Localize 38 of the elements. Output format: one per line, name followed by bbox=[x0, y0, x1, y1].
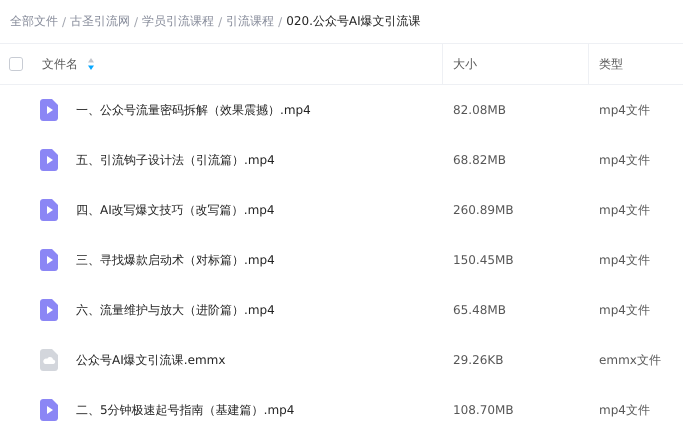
sort-icon[interactable] bbox=[88, 58, 94, 70]
column-header[interactable]: 文件名 bbox=[42, 56, 78, 72]
video-file-icon bbox=[40, 99, 58, 121]
file-size: 260.89MB bbox=[453, 203, 514, 217]
file-type: mp4文件 bbox=[599, 252, 650, 266]
file-type: mp4文件 bbox=[599, 402, 650, 416]
file-size: 108.70MB bbox=[453, 403, 514, 417]
file-name[interactable]: 公众号AI爆文引流课.emmx bbox=[76, 352, 226, 368]
breadcrumb-separator: / bbox=[218, 14, 222, 28]
video-file-icon bbox=[40, 149, 58, 171]
file-size: 65.48MB bbox=[453, 303, 506, 317]
cloud-file-icon bbox=[40, 349, 58, 371]
file-name[interactable]: 一、公众号流量密码拆解（效果震撼）.mp4 bbox=[76, 102, 311, 118]
file-name[interactable]: 六、流量维护与放大（进阶篇）.mp4 bbox=[76, 302, 275, 318]
file-name[interactable]: 二、5分钟极速起号指南（基建篇）.mp4 bbox=[76, 402, 294, 418]
column-header[interactable]: 类型 bbox=[599, 56, 623, 72]
video-file-icon bbox=[40, 199, 58, 221]
file-name[interactable]: 三、寻找爆款启动术（对标篇）.mp4 bbox=[76, 252, 275, 268]
file-type: mp4文件 bbox=[599, 102, 650, 116]
file-type: mp4文件 bbox=[599, 302, 650, 316]
file-size: 68.82MB bbox=[453, 153, 506, 167]
select-all-checkbox[interactable] bbox=[9, 57, 23, 71]
video-file-icon bbox=[40, 249, 58, 271]
file-type: emmx文件 bbox=[599, 352, 661, 366]
breadcrumb-separator: / bbox=[278, 14, 282, 28]
file-size: 29.26KB bbox=[453, 353, 504, 367]
video-file-icon bbox=[40, 299, 58, 321]
file-type: mp4文件 bbox=[599, 202, 650, 216]
video-file-icon bbox=[40, 399, 58, 421]
breadcrumb-item[interactable]: 020.公众号AI爆文引流课 bbox=[286, 13, 421, 30]
breadcrumb-separator: / bbox=[134, 14, 138, 28]
file-size: 150.45MB bbox=[453, 253, 514, 267]
file-name[interactable]: 五、引流钩子设计法（引流篇）.mp4 bbox=[76, 152, 275, 168]
breadcrumb-separator: / bbox=[62, 14, 66, 28]
file-name[interactable]: 四、AI改写爆文技巧（改写篇）.mp4 bbox=[76, 202, 275, 218]
file-size: 82.08MB bbox=[453, 103, 506, 117]
file-type: mp4文件 bbox=[599, 152, 650, 166]
column-header[interactable]: 大小 bbox=[453, 56, 477, 72]
